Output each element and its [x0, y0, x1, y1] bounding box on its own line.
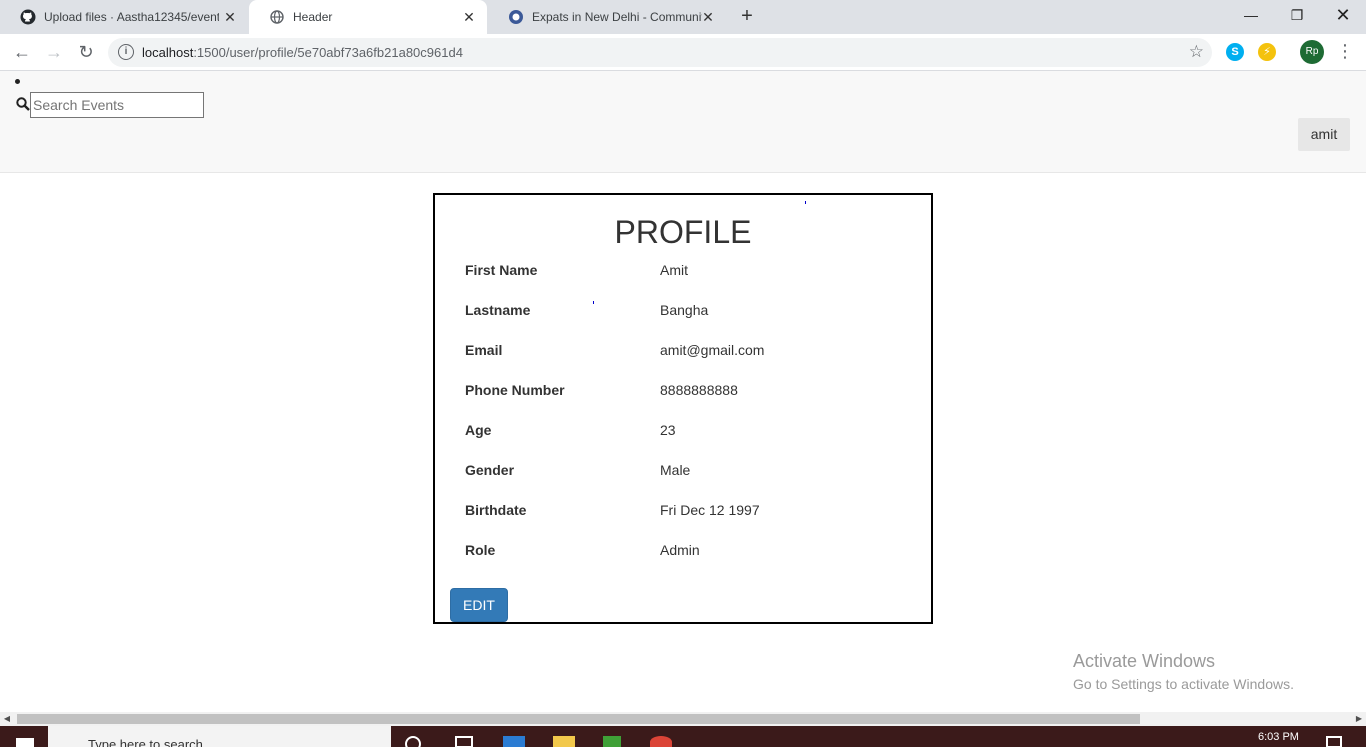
- back-icon[interactable]: ←: [10, 41, 34, 65]
- cortana-icon[interactable]: [405, 736, 421, 747]
- scrollbar-thumb[interactable]: [17, 714, 1140, 724]
- address-bar[interactable]: i localhost:1500/user/profile/5e70abf73a…: [108, 38, 1212, 67]
- watermark-title: Activate Windows: [1073, 651, 1216, 671]
- field-value: Amit: [660, 262, 688, 278]
- field-label: First Name: [465, 262, 538, 278]
- artifact-mark: [593, 301, 594, 304]
- extension-icon[interactable]: ⚡: [1258, 43, 1276, 61]
- task-view-icon[interactable]: [455, 736, 473, 747]
- tab-header[interactable]: Header ✕: [249, 0, 487, 34]
- field-value: 23: [660, 422, 676, 438]
- close-icon[interactable]: ✕: [461, 9, 477, 26]
- more-menu-icon[interactable]: ⋮: [1336, 41, 1354, 61]
- horizontal-scrollbar[interactable]: ◀ ▶: [0, 712, 1366, 726]
- tab-title: Upload files · Aastha12345/event: [44, 10, 219, 24]
- scroll-left-icon[interactable]: ◀: [0, 712, 14, 726]
- scroll-right-icon[interactable]: ▶: [1352, 712, 1366, 726]
- close-icon[interactable]: ✕: [222, 9, 238, 26]
- reload-icon[interactable]: ↻: [74, 41, 98, 65]
- github-icon: [20, 9, 36, 25]
- bookmark-star-icon[interactable]: ☆: [1189, 42, 1204, 62]
- field-label: Phone Number: [465, 382, 565, 398]
- site-header: amit: [0, 71, 1366, 173]
- activate-windows-watermark: Activate Windows Go to Settings to activ…: [1073, 651, 1294, 692]
- chrome-icon[interactable]: [650, 736, 672, 747]
- user-menu-button[interactable]: amit: [1298, 118, 1350, 151]
- globe-icon: [269, 9, 285, 25]
- field-value: Admin: [660, 542, 700, 558]
- list-bullet: [15, 79, 20, 84]
- browser-tab-strip: Upload files · Aastha12345/event ✕ Heade…: [0, 0, 1366, 34]
- field-label: Gender: [465, 462, 515, 478]
- profile-card: PROFILE First Name Amit Lastname Bangha …: [433, 193, 933, 624]
- field-label: Age: [465, 422, 492, 438]
- tab-expats[interactable]: Expats in New Delhi - Community ✕: [488, 0, 726, 34]
- field-label: Role: [465, 542, 496, 558]
- tab-title: Header: [293, 10, 333, 24]
- profile-avatar[interactable]: Rp: [1300, 40, 1324, 64]
- app-icon[interactable]: [603, 736, 621, 747]
- taskbar-search-box[interactable]: Type here to search: [48, 726, 391, 747]
- notifications-icon[interactable]: [1326, 736, 1342, 747]
- search-events-input[interactable]: [30, 92, 204, 118]
- page-content: amit PROFILE First Name Amit Lastname Ba…: [0, 71, 1366, 712]
- vscode-icon[interactable]: [503, 736, 525, 747]
- field-label: Lastname: [465, 302, 531, 318]
- new-tab-button[interactable]: +: [734, 4, 760, 30]
- tab-title: Expats in New Delhi - Community: [532, 10, 702, 24]
- info-icon[interactable]: i: [118, 44, 134, 60]
- restore-icon[interactable]: ❐: [1274, 0, 1320, 30]
- forward-icon[interactable]: →: [42, 41, 66, 65]
- search-icon: [16, 97, 30, 111]
- windows-start-icon[interactable]: [16, 738, 34, 747]
- windows-taskbar: Type here to search 6:03 PM: [0, 726, 1366, 747]
- watermark-subtitle: Go to Settings to activate Windows.: [1073, 676, 1294, 692]
- field-value: Bangha: [660, 302, 709, 318]
- community-icon: [508, 9, 524, 25]
- field-value: Fri Dec 12 1997: [660, 502, 760, 518]
- edit-button[interactable]: EDIT: [450, 588, 508, 622]
- field-value: 8888888888: [660, 382, 738, 398]
- field-value: amit@gmail.com: [660, 342, 765, 358]
- taskbar-search-text: Type here to search: [88, 737, 203, 747]
- minimize-icon[interactable]: —: [1228, 0, 1274, 30]
- browser-toolbar: ← → ↻ i localhost:1500/user/profile/5e70…: [0, 34, 1366, 71]
- field-label: Birthdate: [465, 502, 527, 518]
- window-close-icon[interactable]: ✕: [1320, 0, 1366, 30]
- close-icon[interactable]: ✕: [700, 9, 716, 26]
- field-value: Male: [660, 462, 691, 478]
- profile-title: PROFILE: [614, 214, 752, 250]
- taskbar-clock: 6:03 PM: [1258, 731, 1299, 743]
- url-text[interactable]: localhost:1500/user/profile/5e70abf73a6f…: [142, 45, 463, 60]
- file-explorer-icon[interactable]: [553, 736, 575, 747]
- field-label: Email: [465, 342, 503, 358]
- tab-upload-files[interactable]: Upload files · Aastha12345/event ✕: [0, 0, 248, 34]
- artifact-mark: [805, 201, 806, 204]
- skype-icon[interactable]: S: [1226, 43, 1244, 61]
